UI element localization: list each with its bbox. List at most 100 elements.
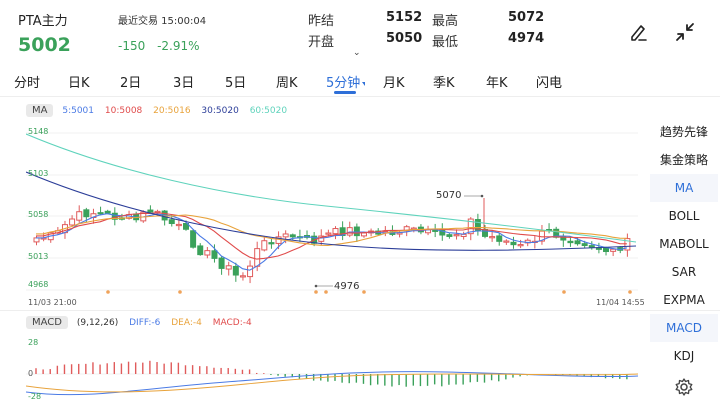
event-marker-dot <box>314 290 318 294</box>
event-marker-dot <box>362 290 366 294</box>
edit-pen-icon[interactable] <box>627 20 651 44</box>
event-marker-dot <box>178 290 182 294</box>
open-label: 开盘 <box>308 35 335 50</box>
macd-chart[interactable] <box>26 334 644 402</box>
tab-intraday[interactable]: 分时 <box>14 72 40 91</box>
sidebar-item-trend[interactable]: 趋势先锋 <box>650 118 718 146</box>
candle-body <box>489 236 496 239</box>
candle-body <box>225 265 232 270</box>
period-tabs: 分时 日K 2日 3日 5日 周K 5分钟 月K 季K 年K 闪电 <box>0 64 720 96</box>
open-value: 5050 <box>386 31 423 46</box>
candle-body <box>69 218 76 226</box>
macd-dea-value: DEA:-4 <box>171 318 202 328</box>
price-axis-label-1: 5103 <box>28 169 49 178</box>
time-axis-start: 11/03 21:00 <box>28 298 77 307</box>
sidebar-item-kdj[interactable]: KDJ <box>650 342 718 370</box>
sidebar-item-macd[interactable]: MACD <box>650 314 718 342</box>
dropdown-caret-icon <box>362 82 366 86</box>
candle-body <box>517 244 524 247</box>
low-label: 最低 <box>432 35 459 50</box>
candle-body <box>175 223 182 227</box>
event-marker-dot <box>562 290 566 294</box>
candle-body <box>346 227 353 236</box>
sidebar-item-ma[interactable]: MA <box>650 174 718 202</box>
candle-body <box>83 209 90 218</box>
high-value: 5072 <box>508 10 545 25</box>
last-trade-time: 最近交易 15:00:04 <box>118 16 207 27</box>
macd-bar-value: MACD:-4 <box>212 318 252 328</box>
tab-5day[interactable]: 5日 <box>225 72 246 91</box>
shrink-arrows-icon[interactable] <box>673 20 697 44</box>
candle-body <box>460 233 467 237</box>
candle-body <box>610 248 617 252</box>
high-marker-dot <box>480 194 484 198</box>
tabs-divider <box>0 96 720 97</box>
current-price: 5002 <box>18 34 71 56</box>
tab-weekly-k[interactable]: 周K <box>276 72 298 91</box>
ma60-value: 60:5020 <box>249 106 288 116</box>
macd-legend: MACD (9,12,26) DIFF:-6 DEA:-4 MACD:-4 <box>26 316 260 329</box>
settings-gear-icon[interactable] <box>673 376 695 398</box>
ma10-value: 10:5008 <box>104 106 143 116</box>
candle-body <box>97 212 104 215</box>
candle-body <box>232 265 239 276</box>
ma-legend: MA 5:5001 10:5008 20:5016 30:5020 60:502… <box>26 104 295 117</box>
high-annotation: 5070 <box>436 190 462 201</box>
candle-body <box>204 250 211 256</box>
ma5-value: 5:5001 <box>62 106 95 116</box>
high-label: 最高 <box>432 14 459 29</box>
candle-body <box>332 228 339 235</box>
macd-indicator-badge[interactable]: MACD <box>26 316 68 329</box>
candle-body <box>353 226 360 237</box>
sidebar-item-maboll[interactable]: MABOLL <box>650 230 718 258</box>
expand-quote-icon[interactable]: ⌄ <box>353 48 361 58</box>
tab-monthly-k[interactable]: 月K <box>383 72 405 91</box>
change-percent: -2.91% <box>157 39 200 53</box>
contract-title: PTA主力 <box>18 14 68 29</box>
candle-body <box>218 257 225 269</box>
ma20-value: 20:5016 <box>153 106 191 116</box>
price-axis-label-2: 5058 <box>28 210 49 219</box>
candle-body <box>197 245 204 256</box>
candle-body <box>588 245 595 248</box>
tab-daily-k[interactable]: 日K <box>68 72 90 91</box>
candle-body <box>325 232 332 235</box>
macd-axis-label-zero: 0 <box>28 369 34 378</box>
candle-body <box>496 235 503 242</box>
candle-body <box>567 240 574 244</box>
candle-body <box>33 237 40 243</box>
tab-yearly-k[interactable]: 年K <box>486 72 508 91</box>
tab-5min[interactable]: 5分钟 <box>326 72 366 91</box>
candle-body <box>104 210 111 214</box>
ma-indicator-badge[interactable]: MA <box>26 104 54 117</box>
tab-3day[interactable]: 3日 <box>173 72 194 91</box>
sidebar-item-fund-strategy[interactable]: 集金策略 <box>650 146 718 174</box>
change-value: -150 <box>118 39 146 53</box>
macd-params: (9,12,26) <box>76 318 119 328</box>
ma5-line <box>36 213 628 271</box>
tab-quarterly-k[interactable]: 季K <box>433 72 455 91</box>
macd-diff-value: DIFF:-6 <box>129 318 161 328</box>
candle-body <box>360 232 367 237</box>
low-marker-dot <box>314 284 318 288</box>
low-value: 4974 <box>508 31 545 46</box>
tab-2day[interactable]: 2日 <box>120 72 141 91</box>
candle-body <box>254 248 261 267</box>
sidebar-item-boll[interactable]: BOLL <box>650 202 718 230</box>
kline-chart[interactable] <box>26 120 644 302</box>
panel-divider <box>0 310 720 311</box>
candle-body <box>581 243 588 247</box>
macd-axis-label-bottom: -28 <box>28 392 42 401</box>
quote-header: PTA主力 最近交易 15:00:04 5002 -150 -2.91% 昨结 … <box>0 0 720 64</box>
price-axis-label-4: 4968 <box>28 280 49 289</box>
prev-close-value: 5152 <box>386 10 423 25</box>
candle-body <box>289 234 296 238</box>
candle-body <box>247 265 254 278</box>
tab-flash[interactable]: 闪电 <box>536 72 562 91</box>
sidebar-item-sar[interactable]: SAR <box>650 258 718 286</box>
macd-axis-label-top: 28 <box>28 338 39 347</box>
candle-body <box>446 234 453 237</box>
candle-body <box>453 234 460 237</box>
ma60-line <box>26 133 637 243</box>
event-marker-dot <box>324 290 328 294</box>
